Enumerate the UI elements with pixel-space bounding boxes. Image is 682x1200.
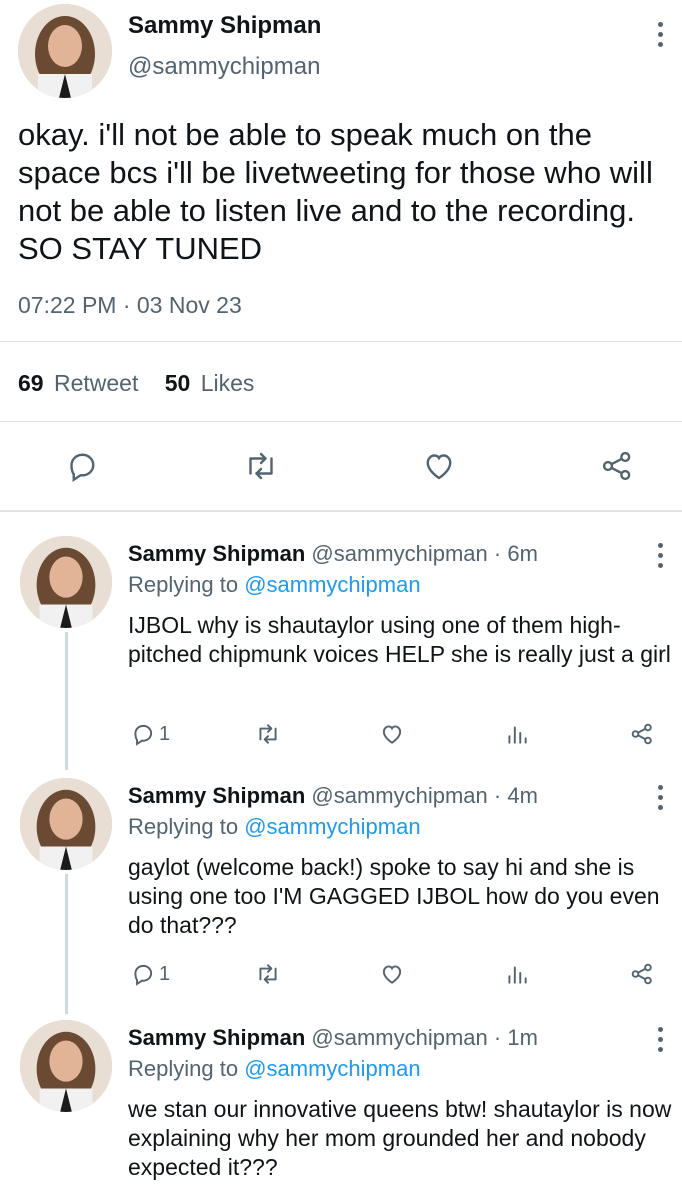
reply-time[interactable]: · 1m bbox=[494, 1025, 538, 1050]
reply-author-handle[interactable]: @sammychipman bbox=[311, 541, 487, 566]
reply-text: IJBOL why is shautaylor using one of the… bbox=[128, 612, 671, 667]
reply-icon[interactable]: 1 bbox=[130, 721, 170, 747]
reply-time[interactable]: · 6m bbox=[494, 541, 538, 566]
reply-author-name[interactable]: Sammy Shipman bbox=[128, 1025, 305, 1050]
more-options-icon[interactable] bbox=[656, 1027, 664, 1052]
share-icon[interactable] bbox=[628, 961, 656, 992]
reply-icon[interactable]: 1 bbox=[130, 961, 170, 987]
like-icon[interactable] bbox=[378, 961, 406, 992]
reply-icon[interactable] bbox=[64, 448, 100, 489]
replying-to-label: Replying to bbox=[128, 572, 239, 597]
likes-label[interactable]: Likes bbox=[201, 370, 255, 396]
divider bbox=[0, 421, 682, 422]
replying-to-handle[interactable]: @sammychipman bbox=[244, 814, 420, 839]
reply-header: Sammy Shipman @sammychipman · 4m bbox=[128, 782, 538, 810]
engagement-stats: 69 Retweet 50 Likes bbox=[18, 370, 254, 397]
likes-count[interactable]: 50 bbox=[165, 370, 191, 396]
reply-avatar[interactable] bbox=[20, 1020, 112, 1112]
replying-to-label: Replying to bbox=[128, 1056, 239, 1081]
replying-to: Replying to @sammychipman bbox=[128, 813, 421, 841]
reply-author-name[interactable]: Sammy Shipman bbox=[128, 783, 305, 808]
thread-line bbox=[65, 632, 68, 770]
analytics-icon[interactable] bbox=[504, 721, 530, 752]
author-name[interactable]: Sammy Shipman bbox=[128, 12, 321, 40]
reply-count: 1 bbox=[159, 962, 171, 985]
more-options-icon[interactable] bbox=[656, 22, 664, 47]
replying-to-label: Replying to bbox=[128, 814, 239, 839]
reply-time[interactable]: · 4m bbox=[494, 783, 538, 808]
reply-author-handle[interactable]: @sammychipman bbox=[311, 1025, 487, 1050]
reply-avatar[interactable] bbox=[20, 778, 112, 870]
retweet-icon[interactable] bbox=[254, 721, 282, 752]
more-options-icon[interactable] bbox=[656, 785, 664, 810]
divider bbox=[0, 510, 682, 512]
reply-avatar[interactable] bbox=[20, 536, 112, 628]
reply-header: Sammy Shipman @sammychipman · 1m bbox=[128, 1024, 538, 1052]
replying-to-handle[interactable]: @sammychipman bbox=[244, 1056, 420, 1081]
replying-to-handle[interactable]: @sammychipman bbox=[244, 572, 420, 597]
reply-text: we stan our innovative queens btw! shaut… bbox=[128, 1096, 672, 1180]
share-icon[interactable] bbox=[598, 448, 636, 489]
replying-to: Replying to @sammychipman bbox=[128, 1055, 421, 1083]
thread-line bbox=[65, 874, 68, 1014]
retweet-count[interactable]: 69 bbox=[18, 370, 44, 396]
share-icon[interactable] bbox=[628, 721, 656, 752]
like-icon[interactable] bbox=[420, 448, 458, 489]
avatar[interactable] bbox=[18, 4, 112, 98]
reply-count: 1 bbox=[159, 722, 171, 745]
tweet-timestamp[interactable]: 07:22 PM · 03 Nov 23 bbox=[18, 292, 242, 319]
retweet-icon[interactable] bbox=[254, 961, 282, 992]
reply-author-name[interactable]: Sammy Shipman bbox=[128, 541, 305, 566]
more-options-icon[interactable] bbox=[656, 543, 664, 568]
reply-text: gaylot (welcome back!) spoke to say hi a… bbox=[128, 854, 660, 938]
retweet-icon[interactable] bbox=[242, 448, 280, 489]
replying-to: Replying to @sammychipman bbox=[128, 571, 421, 599]
tweet-text: okay. i'll not be able to speak much on … bbox=[18, 117, 653, 266]
like-icon[interactable] bbox=[378, 721, 406, 752]
divider bbox=[0, 341, 682, 342]
retweet-label[interactable]: Retweet bbox=[54, 370, 138, 396]
reply-header: Sammy Shipman @sammychipman · 6m bbox=[128, 540, 538, 568]
analytics-icon[interactable] bbox=[504, 961, 530, 992]
reply-author-handle[interactable]: @sammychipman bbox=[311, 783, 487, 808]
author-handle[interactable]: @sammychipman bbox=[128, 53, 320, 81]
